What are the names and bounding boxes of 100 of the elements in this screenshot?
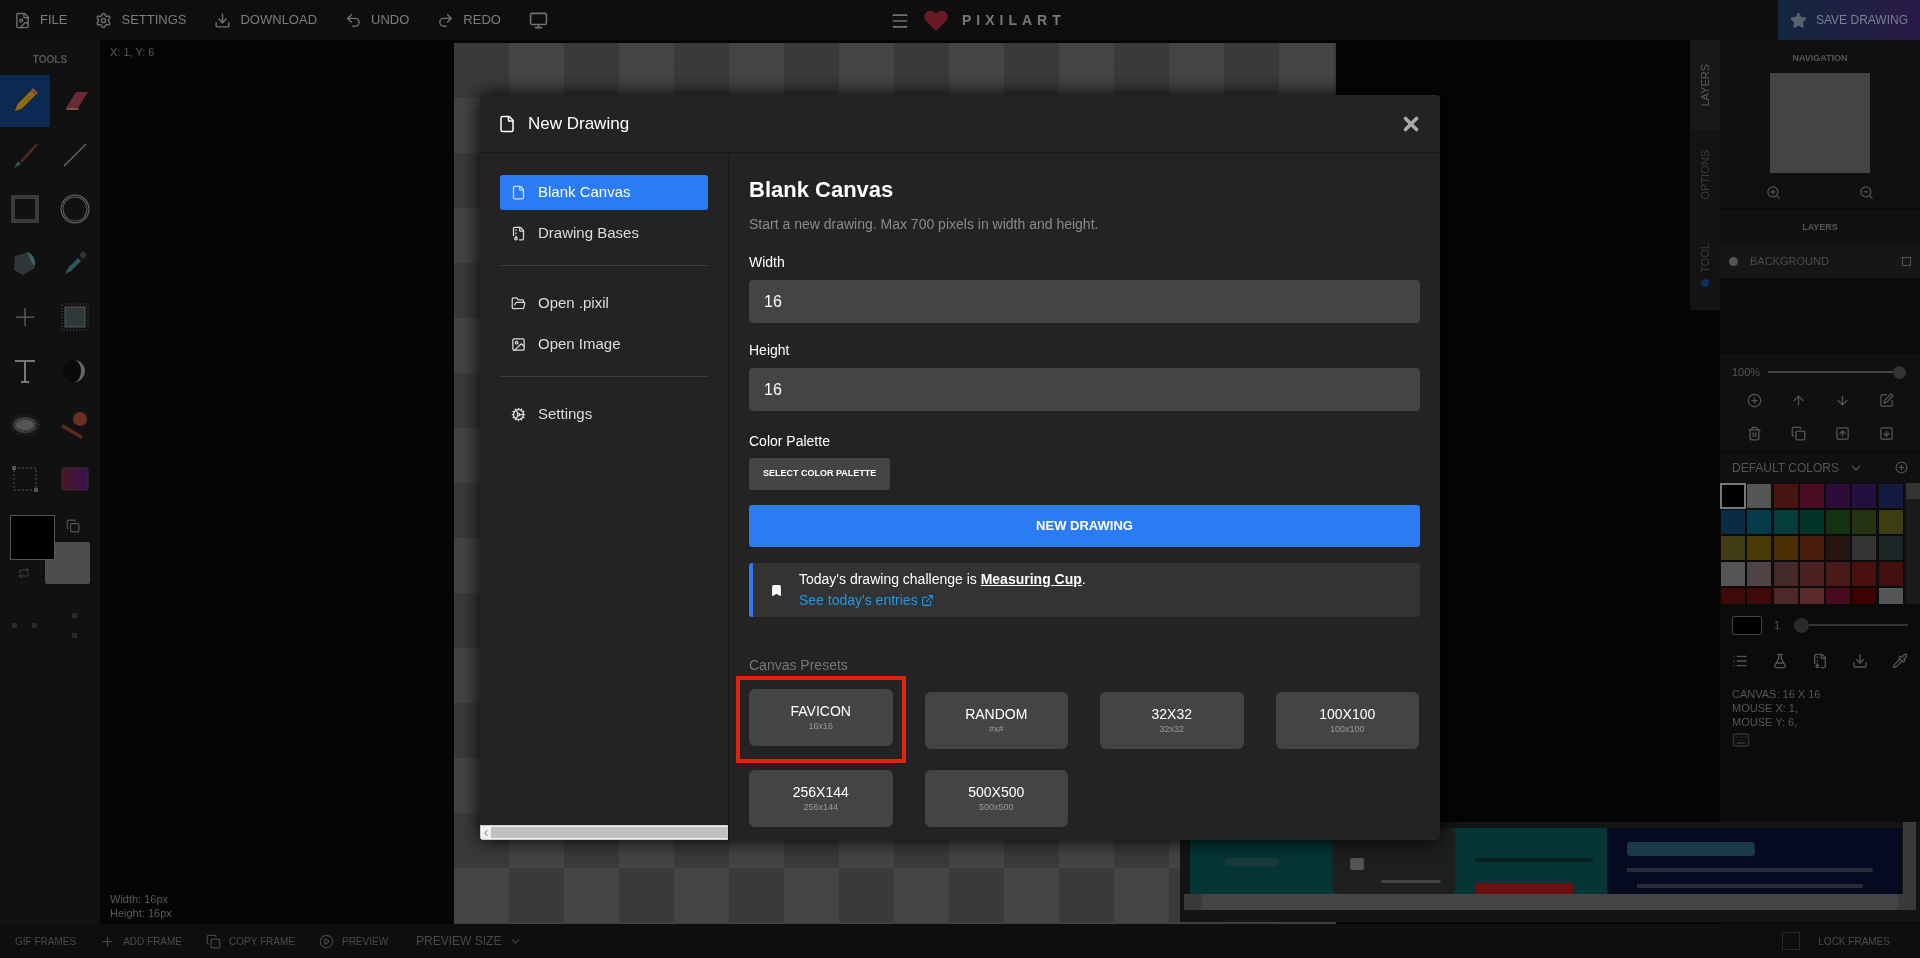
circle-icon	[60, 194, 90, 224]
color-swatch[interactable]	[1877, 482, 1904, 509]
field-label: Color Palette	[749, 432, 831, 451]
add-color-icon[interactable]	[1895, 461, 1908, 474]
color-swatch[interactable]	[1772, 482, 1799, 509]
edit-icon[interactable]	[1878, 392, 1894, 408]
bookmark-icon	[770, 583, 783, 597]
color-swatch[interactable]	[1720, 560, 1746, 587]
flask-icon[interactable]	[1772, 652, 1788, 669]
dialog-nav-item[interactable]: Blank Canvas	[500, 175, 708, 210]
menu-button[interactable]: FILE	[14, 10, 68, 30]
color-swatch[interactable]	[1851, 534, 1878, 561]
color-swatch[interactable]	[1746, 482, 1773, 509]
palette-scrollbar[interactable]	[1906, 482, 1920, 604]
merge-down-icon[interactable]	[1878, 425, 1894, 441]
merge-up-icon[interactable]	[1834, 425, 1850, 441]
dialog-title: New Drawing	[528, 112, 630, 135]
color-swatch[interactable]	[1851, 508, 1878, 535]
preset-button[interactable]: FAVICON 16x16	[749, 689, 893, 746]
canvas-info-text: MOUSE Y: 6,	[1732, 714, 1799, 729]
save-drawing-button[interactable]: SAVE DRAWING	[1778, 0, 1920, 40]
dialog-nav-item[interactable]: Drawing Bases	[500, 216, 708, 251]
opacity-slider[interactable]	[1768, 365, 1906, 379]
brush-size-slider[interactable]	[1794, 617, 1908, 633]
rectangle-icon	[10, 194, 40, 224]
monitor-icon[interactable]	[528, 10, 548, 30]
zoom-out-icon[interactable]	[1859, 184, 1874, 200]
color-swatch[interactable]	[1825, 534, 1852, 561]
input-field[interactable]: 16	[749, 280, 1420, 323]
new-drawing-button[interactable]: NEW DRAWING	[749, 505, 1420, 547]
color-swatch[interactable]	[1772, 560, 1799, 587]
horizontal-scrollbar[interactable]	[1184, 894, 1916, 910]
menu-button[interactable]: UNDO	[345, 10, 410, 30]
eyedropper-icon[interactable]	[1892, 652, 1908, 669]
entries-link[interactable]: See today's entries	[799, 590, 1086, 611]
navigation-title: NAVIGATION	[1792, 52, 1848, 65]
color-swatch[interactable]	[1746, 534, 1773, 561]
file-zip-icon[interactable]	[1812, 652, 1828, 669]
color-swatch[interactable]	[1851, 560, 1878, 587]
input-field[interactable]: 16	[749, 368, 1420, 411]
color-swatch[interactable]	[1720, 508, 1746, 535]
swap-colors-icon[interactable]	[66, 519, 80, 533]
tool-button[interactable]	[0, 75, 50, 127]
menu-button[interactable]: REDO	[437, 10, 501, 30]
color-swatch[interactable]	[1720, 482, 1746, 509]
color-swatch[interactable]	[1825, 508, 1852, 535]
section-description: Start a new drawing. Max 700 pixels in width and height.	[749, 215, 1100, 234]
color-swatch[interactable]	[1851, 482, 1878, 509]
layer-visibility-checkbox[interactable]	[1902, 257, 1911, 266]
preset-button[interactable]: 256X144 256x144	[749, 770, 893, 827]
section-heading: Blank Canvas	[749, 176, 895, 204]
dialog-nav-item[interactable]: Open Image	[500, 327, 708, 362]
zoom-in-icon[interactable]	[1766, 184, 1781, 200]
color-swatch[interactable]	[1746, 560, 1773, 587]
tools-title: TOOLS	[31, 53, 69, 67]
menu-button[interactable]: DOWNLOAD	[214, 10, 318, 30]
horizontal-scrollbar[interactable]	[480, 825, 728, 840]
lock-frames-checkbox[interactable]	[1782, 932, 1801, 950]
copy-icon[interactable]	[1790, 425, 1806, 441]
side-tab[interactable]: LAYERS	[1690, 40, 1720, 130]
file-image-icon	[14, 11, 31, 29]
presets-title: Canvas Presets	[749, 656, 849, 675]
color-swatch[interactable]	[1720, 534, 1746, 561]
scroll-left-icon[interactable]	[481, 827, 491, 838]
redo-icon	[437, 11, 455, 29]
color-swatch[interactable]	[1825, 482, 1852, 509]
vertical-scrollbar[interactable]	[1903, 822, 1916, 894]
slider-thumb[interactable]	[1893, 365, 1906, 379]
dialog-nav-item[interactable]: Open .pixil	[500, 286, 708, 321]
secondary-color-swatch[interactable]	[45, 542, 90, 584]
menu-button[interactable]: SETTINGS	[95, 10, 187, 30]
field-label: Height	[749, 341, 791, 360]
color-swatch[interactable]	[1825, 560, 1852, 587]
color-swatch[interactable]	[1877, 560, 1904, 587]
preset-button[interactable]: 500X500 500x500	[924, 770, 1068, 827]
external-link-icon	[920, 594, 934, 607]
color-swatch[interactable]	[1877, 534, 1904, 561]
color-swatch[interactable]	[1772, 508, 1799, 535]
brush-size-reading: 1	[1774, 617, 1782, 633]
marquee-icon	[10, 464, 40, 494]
arrow-down-icon[interactable]	[1834, 392, 1850, 408]
trash-icon[interactable]	[1746, 425, 1762, 441]
keyboard-icon[interactable]	[1732, 730, 1750, 749]
add-layer-icon[interactable]	[1746, 392, 1762, 408]
preset-button[interactable]: 32X32 32x32	[1100, 692, 1244, 749]
slider-thumb[interactable]	[1794, 617, 1809, 633]
dialog-nav-item[interactable]: Settings	[500, 397, 708, 432]
preset-button[interactable]: 100X100 100x100	[1275, 692, 1419, 749]
download-icon[interactable]	[1852, 652, 1868, 669]
brush-color-swatch[interactable]	[1732, 615, 1762, 635]
reset-colors-icon[interactable]	[18, 567, 30, 579]
primary-color-swatch[interactable]	[10, 515, 55, 560]
color-swatch[interactable]	[1746, 508, 1773, 535]
canvas-info-text: MOUSE X: 1,	[1732, 700, 1800, 715]
heart-logo-icon	[924, 10, 948, 31]
color-swatch[interactable]	[1772, 534, 1799, 561]
select-palette-button[interactable]: SELECT COLOR PALETTE	[749, 458, 891, 490]
color-swatch[interactable]	[1877, 508, 1904, 535]
color-swatch[interactable]	[1798, 482, 1825, 509]
preset-button[interactable]: RANDOM #x#	[924, 692, 1068, 749]
